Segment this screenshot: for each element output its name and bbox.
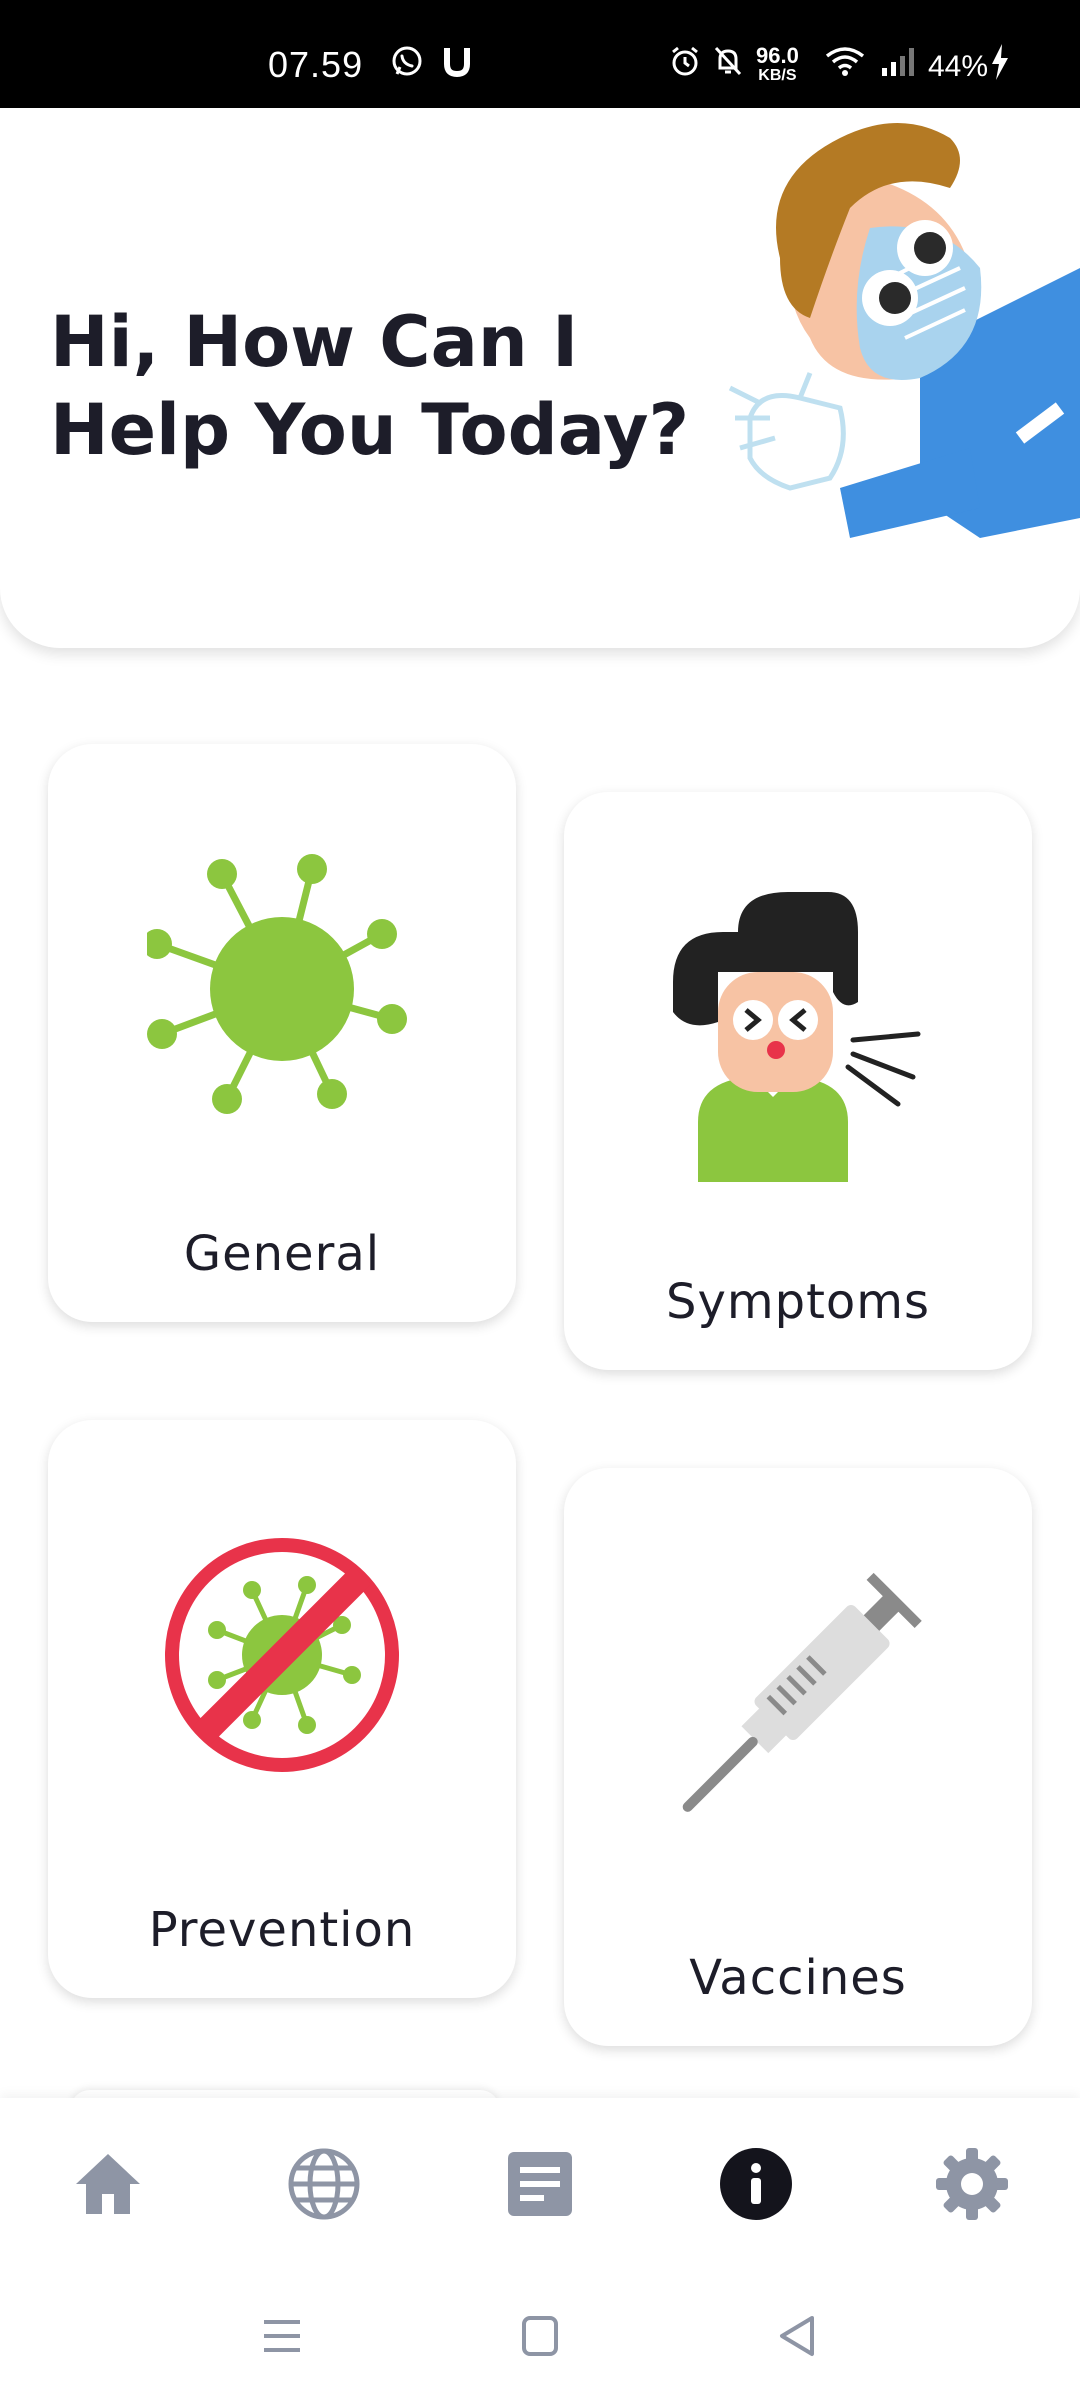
network-speed-value: 96.0 (756, 43, 799, 68)
nav-home[interactable] (68, 2144, 148, 2224)
info-icon (720, 2148, 792, 2220)
mute-icon (714, 46, 742, 76)
virus-icon (147, 854, 407, 1114)
charging-icon (992, 44, 1008, 80)
syringe-icon (682, 1572, 922, 1812)
home-icon (76, 2154, 140, 2214)
category-card-vaccines[interactable]: Vaccines (564, 1468, 1032, 2046)
system-navigation-bar (0, 2268, 1080, 2400)
whatsapp-icon (392, 46, 422, 76)
category-card-general[interactable]: General (48, 744, 516, 1322)
network-speed: 96.0 KB/S (756, 43, 799, 86)
nav-info[interactable] (716, 2144, 796, 2224)
category-label: Vaccines (689, 1950, 907, 2006)
network-speed-unit: KB/S (758, 67, 797, 84)
category-label: Prevention (148, 1902, 416, 1958)
bottom-navigation (0, 2098, 1080, 2268)
category-card-symptoms[interactable]: Symptoms (564, 792, 1032, 1370)
signal-icon (882, 48, 914, 76)
battery-level: 44% (928, 50, 989, 83)
wifi-icon (825, 47, 865, 76)
sneezing-person-icon (673, 892, 921, 1182)
u-app-icon (444, 48, 470, 78)
nav-settings[interactable] (932, 2144, 1012, 2224)
category-card-prevention[interactable]: Prevention (48, 1420, 516, 1998)
gear-icon (936, 2148, 1008, 2220)
home-square-icon[interactable] (510, 2308, 570, 2364)
no-virus-icon (165, 1538, 399, 1772)
greeting-header: Hi, How Can I Help You Today? (0, 108, 1080, 648)
globe-icon (288, 2148, 360, 2220)
category-label: Symptoms (665, 1274, 931, 1330)
nav-globe[interactable] (284, 2144, 364, 2224)
page-title: Hi, How Can I Help You Today? (50, 301, 690, 471)
status-time: 07.59 (268, 44, 364, 85)
menu-icon[interactable] (252, 2308, 312, 2364)
status-bar: 07.59 96.0 KB/S 44% (0, 0, 1080, 108)
document-icon (508, 2152, 572, 2216)
category-label: General (183, 1226, 381, 1282)
alarm-icon (672, 46, 698, 76)
back-triangle-icon[interactable] (768, 2308, 828, 2364)
doctor-illustration (728, 123, 1080, 538)
nav-news[interactable] (500, 2144, 580, 2224)
